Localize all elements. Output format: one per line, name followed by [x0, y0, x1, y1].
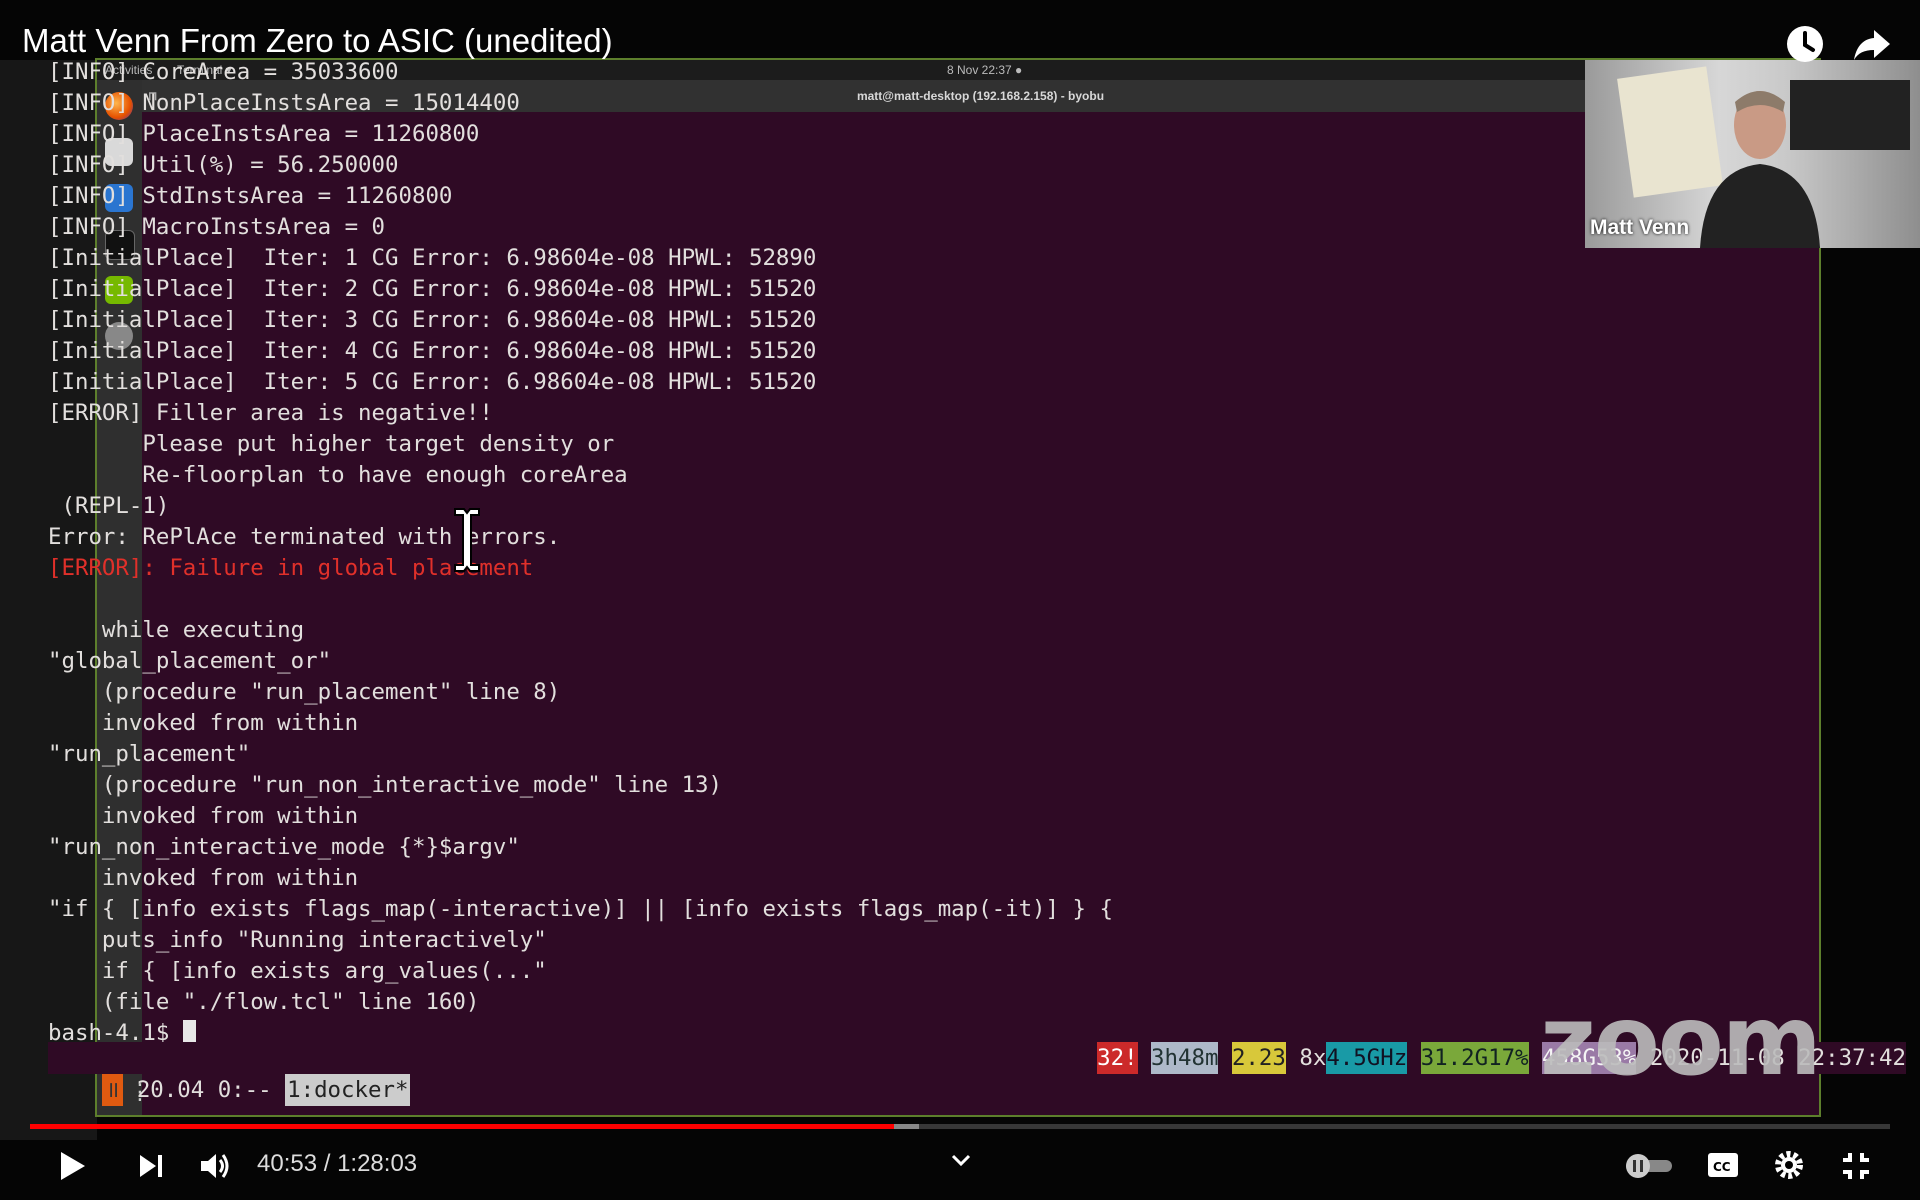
byobu-memory: 31.2G17%: [1420, 1042, 1529, 1074]
exit-fullscreen-icon[interactable]: [1840, 1150, 1872, 1182]
terminal-line: [ERROR] Filler area is negative!!: [48, 400, 493, 426]
terminal-line: invoked from within: [48, 710, 359, 736]
terminal-line: [InitialPlace] Iter: 2 CG Error: 6.98604…: [48, 276, 817, 302]
terminal-line: [INFO] NonPlaceInstsArea = 15014400: [48, 90, 520, 116]
settings-icon[interactable]: [1772, 1148, 1806, 1182]
terminal-line: Re-floorplan to have enough coreArea: [48, 462, 628, 488]
video-title[interactable]: Matt Venn From Zero to ASIC (unedited): [22, 22, 613, 60]
terminal-line: [InitialPlace] Iter: 4 CG Error: 6.98604…: [48, 338, 817, 364]
terminal-line: if { [info exists arg_values(...": [48, 958, 547, 984]
webcam-person: [1700, 91, 1820, 248]
terminal-line: "run_placement": [48, 741, 251, 767]
webcam-tile[interactable]: Matt Venn: [1585, 60, 1920, 248]
byobu-cpu-freq: 4.5GHz: [1326, 1042, 1408, 1074]
progress-bar[interactable]: [30, 1124, 1890, 1129]
watch-later-icon[interactable]: [1783, 22, 1827, 66]
byobu-os: 20.04 0:--: [123, 1077, 286, 1103]
terminal-line: [InitialPlace] Iter: 5 CG Error: 6.98604…: [48, 369, 817, 395]
terminal-line: (procedure "run_non_interactive_mode" li…: [48, 772, 723, 798]
share-icon[interactable]: [1850, 22, 1894, 66]
terminal-line: (file "./flow.tcl" line 160): [48, 989, 480, 1015]
terminal-line: [INFO] Util(%) = 56.250000: [48, 152, 399, 178]
terminal-line: [INFO] MacroInstsArea = 0: [48, 214, 386, 240]
terminal-line: "global_placement_or": [48, 648, 332, 674]
terminal-line: Please put higher target density or: [48, 431, 615, 457]
terminal-cursor: [182, 1020, 196, 1044]
terminal-line: puts_info "Running interactively": [48, 927, 547, 953]
byobu-cpu-count: 8x: [1285, 1045, 1327, 1071]
byobu-pause-indicator: ॥: [101, 1074, 124, 1106]
terminal-line: invoked from within: [48, 803, 359, 829]
next-icon[interactable]: [135, 1150, 167, 1182]
volume-icon[interactable]: [198, 1150, 232, 1182]
svg-text:CC: CC: [1713, 1160, 1731, 1174]
terminal-line: [INFO] PlaceInstsArea = 11260800: [48, 121, 480, 147]
byobu-updates: 32!: [1097, 1042, 1138, 1074]
webcam-participant-name: Matt Venn: [1590, 216, 1690, 239]
terminal-line: (REPL-1): [48, 493, 170, 519]
chevron-down-icon[interactable]: [950, 1152, 972, 1168]
byobu-uptime: 3h48m: [1151, 1042, 1219, 1074]
terminal-line: [INFO] StdInstsArea = 11260800: [48, 183, 453, 209]
terminal-line: [INFO] CoreArea = 35033600: [48, 59, 399, 85]
terminal-line: "run_non_interactive_mode {*}$argv": [48, 834, 520, 860]
time-display: 40:53 / 1:28:03: [257, 1150, 418, 1177]
terminal-line: "if { [info exists flags_map(-interactiv…: [48, 896, 1113, 922]
progress-played: [30, 1124, 894, 1129]
byobu-load: 2.23: [1231, 1042, 1286, 1074]
autoplay-toggle-icon[interactable]: [1622, 1152, 1676, 1180]
terminal-line: Error: RePlAce terminated with errors.: [48, 524, 561, 550]
play-icon[interactable]: [55, 1148, 89, 1184]
terminal-line: [InitialPlace] Iter: 1 CG Error: 6.98604…: [48, 245, 817, 271]
zoom-watermark: zoom: [1540, 985, 1822, 1097]
terminal-output: [INFO] CoreArea = 35033600 [INFO] NonPla…: [48, 57, 1113, 1049]
ibeam-cursor-icon: [454, 508, 480, 572]
video-frame[interactable]: Activities Terminal ▾ 8 Nov 22:37 ● ⋮⋮⋮ …: [0, 0, 1920, 1200]
terminal-line: (procedure "run_placement" line 8): [48, 679, 561, 705]
terminal-line: [InitialPlace] Iter: 3 CG Error: 6.98604…: [48, 307, 817, 333]
terminal-line: invoked from within: [48, 865, 359, 891]
captions-icon[interactable]: CC: [1706, 1150, 1740, 1180]
terminal-line: while executing: [48, 617, 305, 643]
byobu-window-tab[interactable]: 1:docker*: [285, 1074, 411, 1106]
